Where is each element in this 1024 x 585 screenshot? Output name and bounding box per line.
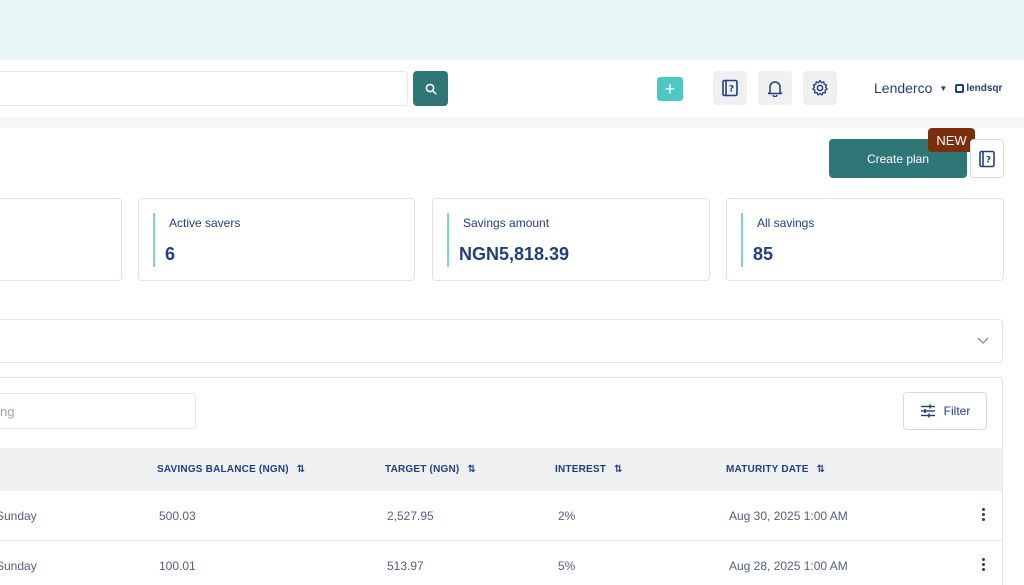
- table-row[interactable]: Sunday 100.01 513.97 5% Aug 28, 2025 1:0…: [0, 541, 1002, 585]
- sort-icon[interactable]: ⇅: [614, 464, 623, 475]
- stat-label: Active savers: [169, 216, 241, 230]
- top-banner: [0, 0, 1024, 60]
- stat-card-savings-amount: Savings amount NGN5,818.39: [432, 198, 710, 281]
- savings-table-panel: Filter SAVINGS BALANCE (NGN)⇅ TARGET (NG…: [0, 377, 1003, 585]
- cell-maturity-date: Aug 28, 2025 1:00 AM: [729, 559, 848, 573]
- collapsible-panel[interactable]: [0, 319, 1003, 363]
- page-help-button[interactable]: ?: [970, 139, 1004, 178]
- stat-card-all-savings: All savings 85: [726, 198, 1004, 281]
- column-header-maturity-date[interactable]: MATURITY DATE ⇅: [726, 464, 825, 475]
- help-book-icon: ?: [979, 150, 995, 167]
- stat-value: 85: [753, 244, 774, 264]
- settings-button[interactable]: [803, 71, 837, 105]
- global-search-input[interactable]: [0, 71, 408, 106]
- sliders-icon: [920, 404, 935, 418]
- kebab-icon[interactable]: [981, 558, 985, 571]
- cell-savings-balance: 500.03: [159, 509, 196, 523]
- column-header-savings-balance[interactable]: SAVINGS BALANCE (NGN) ⇅: [157, 464, 305, 475]
- cell-interest: 2%: [558, 509, 576, 523]
- cell-name: Sunday: [0, 559, 37, 573]
- top-header: + ? Lenderco ▼ lendsqr: [0, 60, 1024, 117]
- main-content: Create plan NEW ? Active savers 6 Saving…: [0, 128, 1024, 585]
- search-icon: [425, 83, 437, 95]
- filter-label: Filter: [943, 404, 971, 418]
- svg-text:?: ?: [986, 155, 991, 165]
- stat-label: Savings amount: [463, 216, 550, 230]
- table-row[interactable]: Sunday 500.03 2,527.95 2% Aug 30, 2025 1…: [0, 491, 1002, 541]
- chevron-down-icon: [977, 337, 989, 345]
- stat-card-active-savers: Active savers 6: [138, 198, 415, 281]
- gear-icon: [812, 79, 828, 96]
- brand-logo: lendsqr: [955, 83, 1002, 94]
- add-button[interactable]: +: [657, 77, 683, 101]
- table-header: SAVINGS BALANCE (NGN) ⇅ TARGET (NGN) ⇅ INT…: [0, 448, 1002, 491]
- notifications-button[interactable]: [758, 71, 792, 105]
- stat-card-partial: [0, 198, 122, 281]
- organization-name: Lenderco: [874, 80, 933, 96]
- organization-switcher[interactable]: Lenderco ▼ lendsqr: [874, 80, 1002, 96]
- help-book-icon: ?: [722, 79, 738, 97]
- table-search-input[interactable]: [0, 393, 196, 429]
- kebab-icon[interactable]: [981, 508, 985, 521]
- sort-icon[interactable]: ⇅: [817, 464, 826, 475]
- cell-maturity-date: Aug 30, 2025 1:00 AM: [729, 509, 848, 523]
- cell-target: 513.97: [387, 559, 424, 573]
- sort-icon[interactable]: ⇅: [297, 464, 306, 475]
- cell-name: Sunday: [0, 509, 37, 523]
- sort-icon[interactable]: ⇅: [467, 464, 476, 475]
- help-button[interactable]: ?: [713, 71, 747, 105]
- cell-target: 2,527.95: [387, 509, 434, 523]
- cell-savings-balance: 100.01: [159, 559, 196, 573]
- stat-value: 6: [165, 244, 176, 264]
- caret-down-icon: ▼: [939, 83, 948, 93]
- cell-interest: 5%: [558, 559, 576, 573]
- svg-text:?: ?: [729, 85, 734, 95]
- filter-button[interactable]: Filter: [903, 392, 987, 430]
- stat-value: NGN5,818.39: [459, 244, 570, 264]
- new-badge: NEW: [928, 128, 975, 152]
- column-header-target[interactable]: TARGET (NGN) ⇅: [385, 464, 476, 475]
- column-header-interest[interactable]: INTEREST ⇅: [555, 464, 623, 475]
- bell-icon: [767, 81, 783, 97]
- search-button[interactable]: [413, 71, 448, 106]
- stat-label: All savings: [757, 216, 815, 230]
